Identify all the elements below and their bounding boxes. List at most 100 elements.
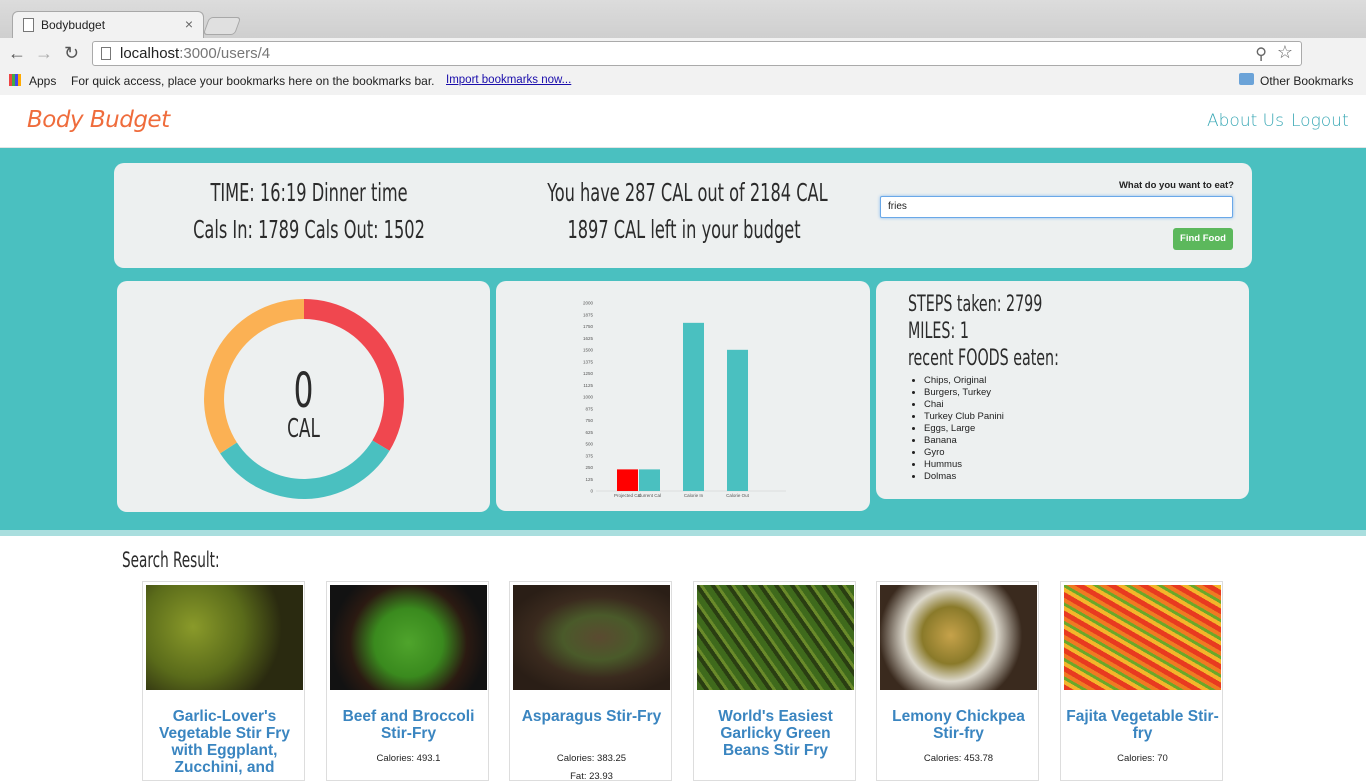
time-line: TIME: 16:19 Dinner time bbox=[210, 178, 408, 207]
food-name-link[interactable]: Asparagus Stir-Fry bbox=[514, 708, 669, 725]
calorie-bar-chart: 0 125 250 375 500 625 750 875 1000 1125 1250 1375 15… bbox=[583, 301, 786, 498]
bar-chart-card: 0 125 250 375 500 625 750 875 1000 1125 1250 1375 15… bbox=[496, 281, 870, 511]
logout-link[interactable]: Logout bbox=[1291, 111, 1349, 131]
steps-text: STEPS taken: 2799 bbox=[908, 292, 1043, 317]
dashboard: TIME: 16:19 Dinner time Cals In: 1789 Ca… bbox=[0, 148, 1366, 530]
food-result-card[interactable]: Fajita Vegetable Stir-fry Calories: 70 bbox=[1060, 581, 1223, 781]
food-result-card[interactable]: Garlic-Lover's Vegetable Stir Fry with E… bbox=[142, 581, 305, 781]
reload-icon[interactable]: ↻ bbox=[64, 43, 79, 63]
folder-icon bbox=[1239, 73, 1254, 85]
bar-calorie-in bbox=[683, 322, 704, 491]
recent-food-item: Dolmas bbox=[924, 471, 1004, 483]
apps-link[interactable]: Apps bbox=[29, 74, 56, 88]
search-icon[interactable]: ⚲ bbox=[1255, 44, 1267, 64]
tab-bar: Bodybudget × bbox=[0, 0, 1366, 38]
donut-segment-teal bbox=[220, 440, 390, 499]
cals-line: Cals In: 1789 Cals Out: 1502 bbox=[193, 215, 425, 244]
page-icon bbox=[101, 47, 111, 60]
bar-current-cal bbox=[639, 469, 660, 491]
bookmark-star-icon[interactable]: ☆ bbox=[1277, 42, 1293, 63]
y-tick-label: 250 bbox=[585, 465, 593, 470]
find-food-button[interactable]: Find Food bbox=[1173, 228, 1233, 250]
recent-foods-heading: recent FOODS eaten: bbox=[908, 346, 1059, 371]
recent-food-item: Burgers, Turkey bbox=[924, 387, 1004, 399]
food-name-link[interactable]: Fajita Vegetable Stir-fry bbox=[1065, 708, 1220, 742]
food-search-input[interactable]: fries bbox=[880, 196, 1233, 218]
y-tick-label: 1875 bbox=[583, 312, 594, 317]
apps-icon[interactable] bbox=[9, 74, 21, 86]
back-arrow-icon[interactable]: ← bbox=[8, 43, 26, 63]
recent-food-item: Chips, Original bbox=[924, 375, 1004, 387]
search-result-title: Search Result: bbox=[122, 548, 220, 572]
search-label: What do you want to eat? bbox=[1118, 180, 1234, 191]
y-tick-label: 625 bbox=[585, 430, 593, 435]
y-tick-label: 875 bbox=[585, 406, 593, 411]
activity-card: STEPS taken: 2799 MILES: 1 recent FOODS … bbox=[876, 281, 1249, 499]
food-result-card[interactable]: Asparagus Stir-Fry Calories: 383.25 Fat: 2… bbox=[509, 581, 672, 782]
new-tab-button[interactable] bbox=[202, 17, 242, 35]
y-tick-label: 0 bbox=[590, 489, 593, 494]
food-image[interactable] bbox=[146, 585, 303, 690]
y-tick-label: 375 bbox=[585, 453, 593, 458]
food-name-link[interactable]: World's Easiest Garlicky Green Beans Sti… bbox=[698, 708, 853, 759]
donut-value: 0 bbox=[293, 363, 314, 419]
app-navbar: Body Budget About Us Logout bbox=[0, 95, 1366, 148]
recent-food-item: Gyro bbox=[924, 447, 1004, 459]
url-path: :3000/users/4 bbox=[179, 45, 271, 62]
y-tick-label: 1250 bbox=[583, 371, 594, 376]
browser-tab[interactable]: Bodybudget × bbox=[12, 11, 204, 38]
y-tick-label: 1500 bbox=[583, 348, 594, 353]
food-name-link[interactable]: Garlic-Lover's Vegetable Stir Fry with E… bbox=[147, 708, 302, 776]
activity-stats: STEPS taken: 2799 MILES: 1 recent FOODS … bbox=[908, 291, 1118, 372]
close-tab-icon[interactable]: × bbox=[185, 16, 193, 32]
address-bar[interactable]: localhost:3000/users/4 ⚲ ☆ bbox=[92, 41, 1302, 66]
food-stat: Fat: 23.93 bbox=[570, 771, 613, 782]
food-image[interactable] bbox=[697, 585, 854, 690]
food-stat: Calories: 70 bbox=[1117, 753, 1168, 764]
food-name-link[interactable]: Beef and Broccoli Stir-Fry bbox=[331, 708, 486, 742]
food-image[interactable] bbox=[330, 585, 487, 690]
toolbar: ← → ↻ localhost:3000/users/4 ⚲ ☆ k ☰ bbox=[0, 38, 1366, 101]
forward-arrow-icon[interactable]: → bbox=[35, 43, 53, 63]
donut-unit: CAL bbox=[287, 414, 320, 444]
budget-left-line: 1897 CAL left in your budget bbox=[567, 215, 801, 244]
food-image[interactable] bbox=[513, 585, 670, 690]
import-bookmarks-link[interactable]: Import bookmarks now... bbox=[446, 74, 571, 86]
divider-strip bbox=[0, 530, 1366, 536]
about-us-link[interactable]: About Us bbox=[1207, 111, 1284, 131]
food-stat: Calories: 383.25 bbox=[556, 753, 627, 764]
brand-logo[interactable]: Body Budget bbox=[27, 107, 170, 133]
food-name-link[interactable]: Lemony Chickpea Stir-fry bbox=[881, 708, 1036, 742]
x-tick-label: Projected Cal bbox=[614, 493, 641, 498]
bookmarks-hint: For quick access, place your bookmarks h… bbox=[71, 74, 435, 88]
food-result-card[interactable]: Lemony Chickpea Stir-fry Calories: 453.78 bbox=[876, 581, 1039, 781]
miles-text: MILES: 1 bbox=[908, 319, 969, 344]
x-tick-label: Calorie In bbox=[684, 493, 704, 498]
tab-title: Bodybudget bbox=[41, 18, 106, 32]
recent-food-item: Turkey Club Panini bbox=[924, 411, 1004, 423]
food-stat: Calories: 453.78 bbox=[923, 753, 994, 764]
food-stat: Calories: 493.1 bbox=[376, 753, 441, 764]
y-tick-label: 1625 bbox=[583, 336, 594, 341]
recent-food-item: Banana bbox=[924, 435, 1004, 447]
budget-total-line: You have 287 CAL out of 2184 CAL bbox=[547, 178, 828, 207]
food-result-card[interactable]: Beef and Broccoli Stir-Fry Calories: 493.… bbox=[326, 581, 489, 781]
bar-calorie-out bbox=[727, 349, 748, 491]
food-image[interactable] bbox=[880, 585, 1037, 690]
other-bookmarks[interactable]: Other Bookmarks bbox=[1260, 74, 1353, 88]
y-tick-label: 2000 bbox=[583, 301, 594, 306]
bookmarks-bar: Apps For quick access, place your bookma… bbox=[0, 68, 1366, 95]
x-tick-label: Calorie Out bbox=[726, 493, 750, 498]
food-result-card[interactable]: World's Easiest Garlicky Green Beans Sti… bbox=[693, 581, 856, 781]
url-text: localhost:3000/users/4 bbox=[120, 45, 270, 62]
y-tick-label: 1750 bbox=[583, 324, 594, 329]
y-tick-label: 1000 bbox=[583, 395, 594, 400]
x-tick-label: Current Cal bbox=[638, 493, 661, 498]
y-tick-label: 1375 bbox=[583, 359, 594, 364]
recent-food-item: Hummus bbox=[924, 459, 1004, 471]
page-icon bbox=[23, 18, 34, 32]
y-tick-label: 125 bbox=[585, 477, 593, 482]
food-image[interactable] bbox=[1064, 585, 1221, 690]
recent-foods-list: Chips, OriginalBurgers, TurkeyChaiTurkey… bbox=[912, 375, 1004, 483]
y-tick-label: 750 bbox=[585, 418, 593, 423]
